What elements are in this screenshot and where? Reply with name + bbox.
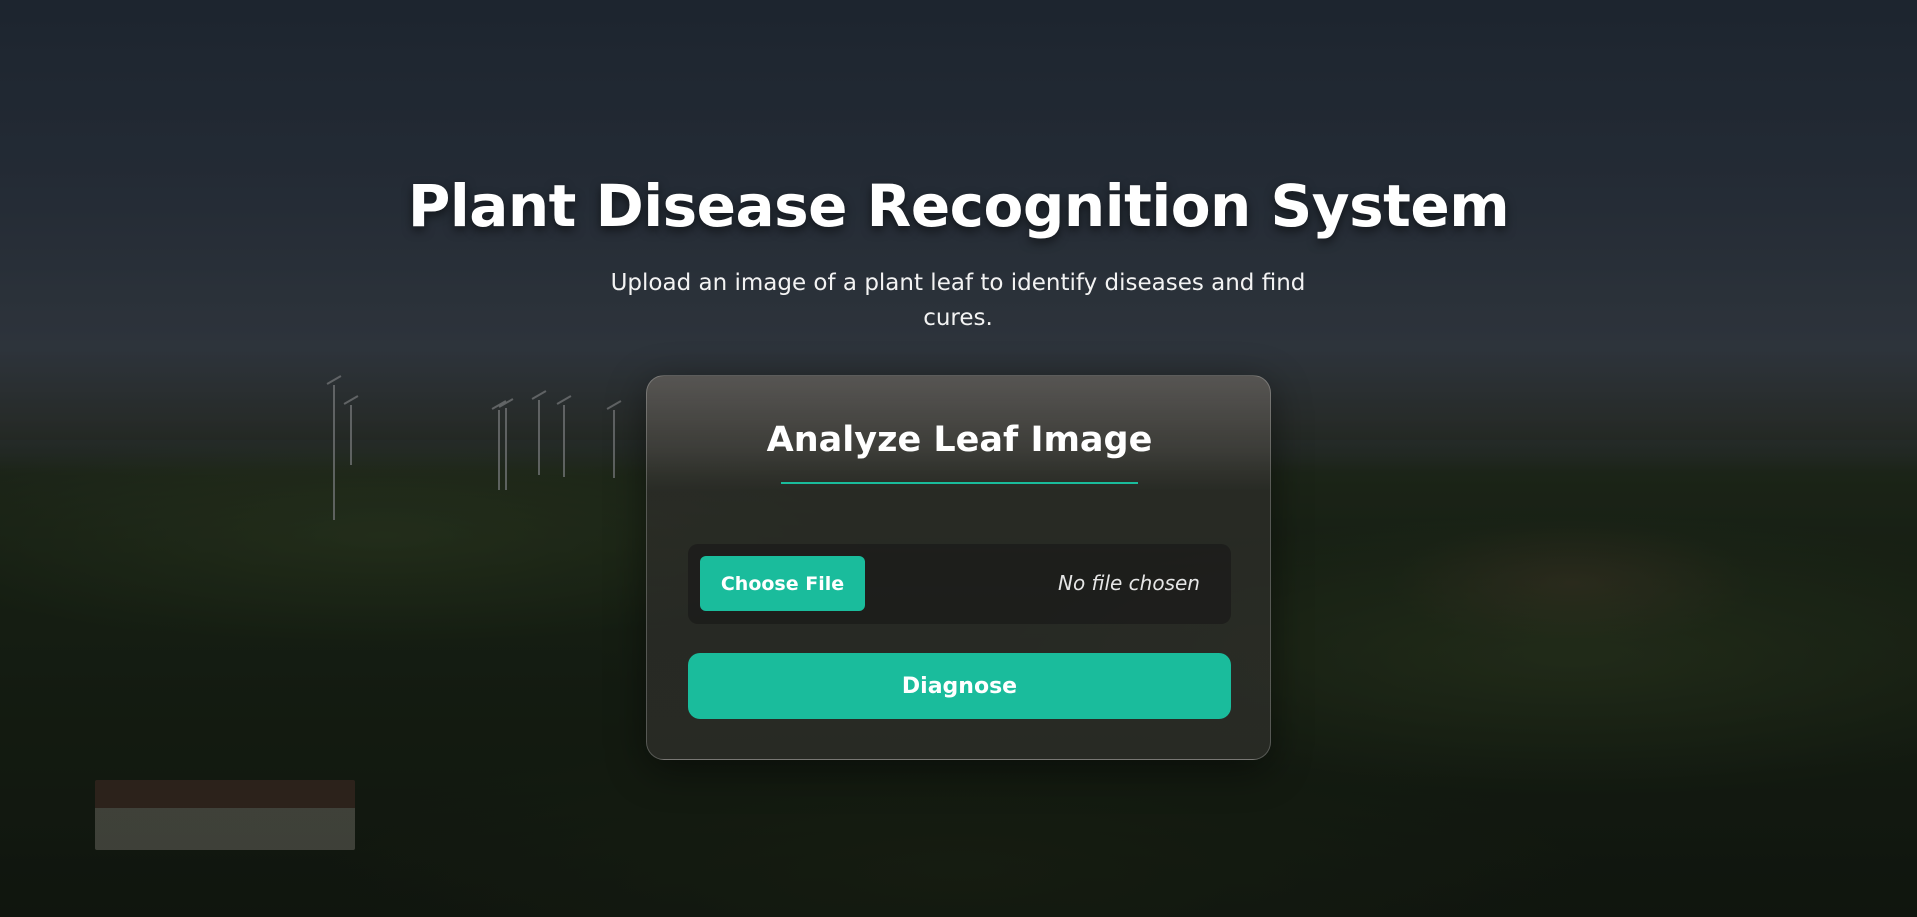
page-subtitle: Upload an image of a plant leaf to ident… xyxy=(610,270,1306,331)
card-title: Analyze Leaf Image xyxy=(766,420,1153,460)
choose-file-button[interactable]: Choose File xyxy=(700,556,865,611)
page-title: Plant Disease Recognition System xyxy=(407,172,1510,240)
upload-card: Analyze Leaf Image Choose File No file c… xyxy=(646,375,1271,760)
diagnose-button[interactable]: Diagnose xyxy=(688,653,1231,719)
title-underline xyxy=(781,482,1138,484)
file-input[interactable]: Choose File No file chosen xyxy=(688,544,1231,624)
file-status: No file chosen xyxy=(1057,571,1200,595)
